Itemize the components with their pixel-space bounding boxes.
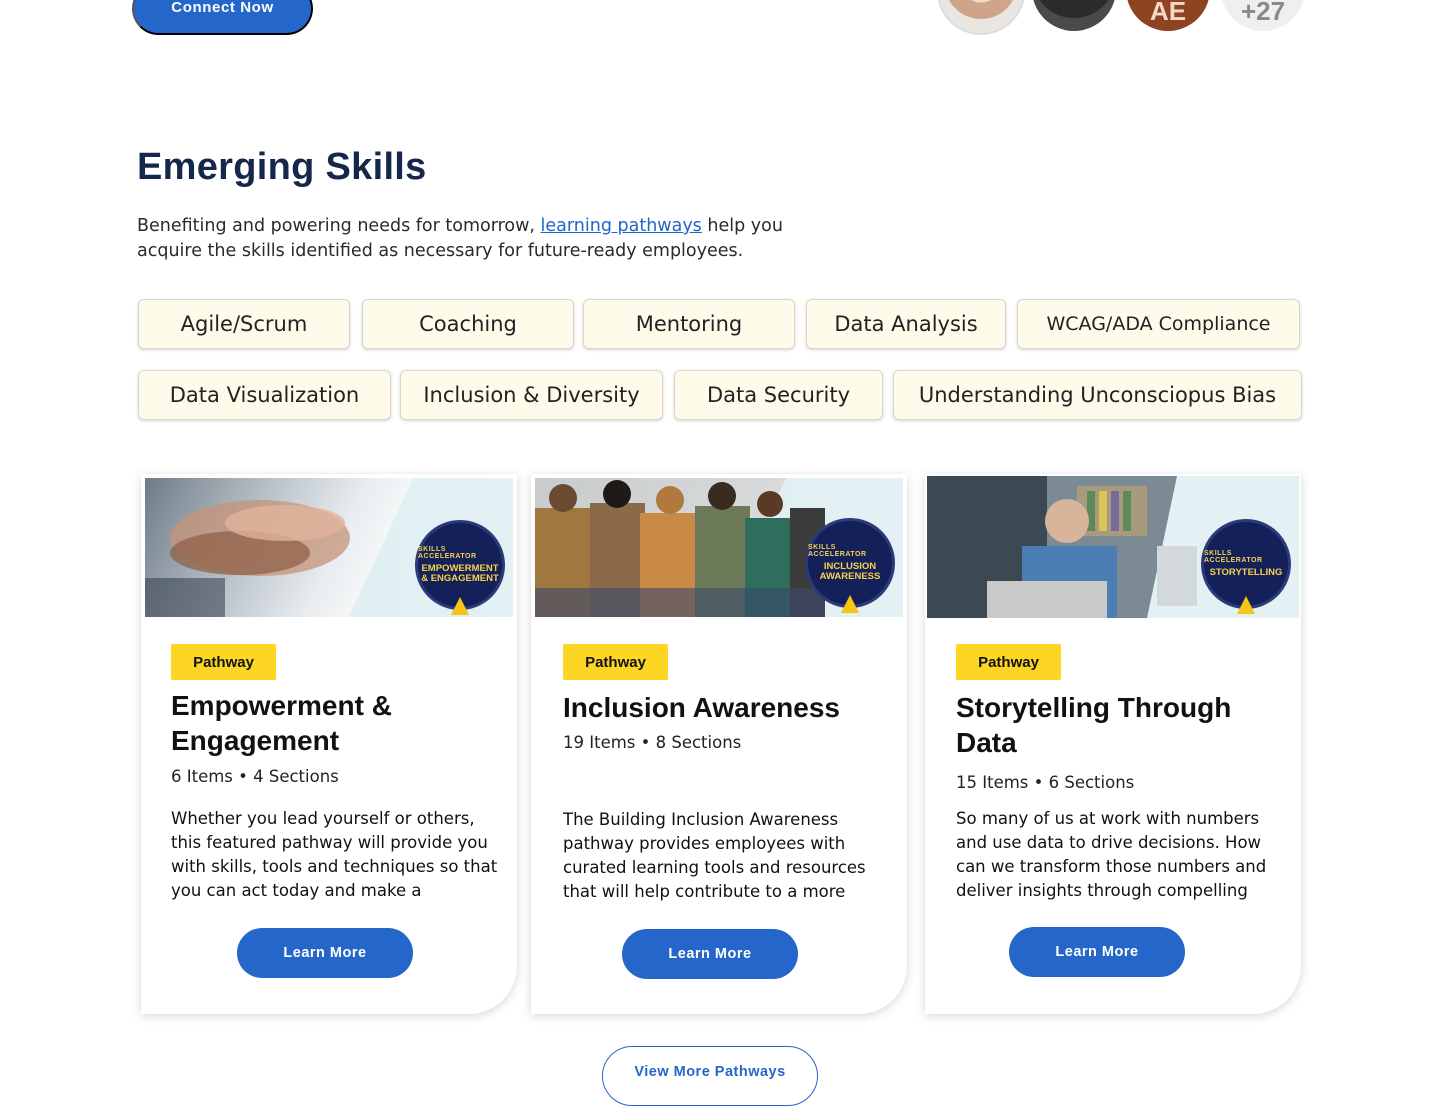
pathway-card[interactable]: SKILLS ACCELERATOR INCLUSION AWARENESS P…: [531, 474, 907, 1014]
badge-triangle-icon: [1237, 596, 1255, 614]
skill-chip-mentoring[interactable]: Mentoring: [583, 299, 795, 349]
skill-chip-data-analysis[interactable]: Data Analysis: [806, 299, 1006, 349]
skills-accelerator-badge: SKILLS ACCELERATOR STORYTELLING: [1201, 519, 1291, 614]
avatar-initials: AE: [1149, 0, 1187, 26]
avatar-more-count[interactable]: +27: [1221, 0, 1305, 31]
pathway-tag: Pathway: [563, 644, 668, 680]
connect-now-button[interactable]: Connect Now: [132, 0, 313, 35]
learn-more-button[interactable]: Learn More: [622, 929, 798, 979]
pathway-tag: Pathway: [956, 644, 1061, 680]
badge-name: STORYTELLING: [1209, 567, 1283, 578]
card-title[interactable]: Storytelling Through Data: [956, 690, 1236, 760]
card-description: Whether you lead yourself or others, thi…: [171, 809, 498, 900]
card-image: SKILLS ACCELERATOR STORYTELLING: [927, 476, 1299, 618]
learning-pathways-link[interactable]: learning pathways: [541, 216, 702, 236]
card-description: So many of us at work with numbers and u…: [956, 809, 1267, 900]
skill-chip-inclusion-diversity[interactable]: Inclusion & Diversity: [400, 370, 663, 420]
avatar-count-label: +27: [1240, 0, 1286, 26]
avatar: AE: [1126, 0, 1210, 31]
card-description: The Building Inclusion Awareness pathway…: [563, 810, 866, 901]
card-image: SKILLS ACCELERATOR INCLUSION AWARENESS: [535, 478, 903, 617]
view-more-pathways-button[interactable]: View More Pathways: [602, 1046, 818, 1106]
avatar: [1032, 0, 1116, 31]
skill-chip-data-security[interactable]: Data Security: [674, 370, 883, 420]
badge-arc-text: SKILLS ACCELERATOR: [808, 544, 867, 558]
badge-triangle-icon: [451, 597, 469, 615]
pathway-tag: Pathway: [171, 644, 276, 680]
badge-name: EMPOWERMENT & ENGAGEMENT: [421, 563, 499, 584]
learn-more-button[interactable]: Learn More: [1009, 927, 1185, 977]
pathway-card[interactable]: SKILLS ACCELERATOR EMPOWERMENT & ENGAGEM…: [141, 474, 517, 1014]
badge-name: INCLUSION AWARENESS: [819, 561, 881, 582]
badge-arc-text: SKILLS ACCELERATOR: [1204, 550, 1263, 564]
card-meta: 19 Items • 8 Sections: [563, 733, 742, 752]
skill-chip-agile-scrum[interactable]: Agile/Scrum: [138, 299, 350, 349]
skill-chip-data-visualization[interactable]: Data Visualization: [138, 370, 391, 420]
badge-arc-text: SKILLS ACCELERATOR: [418, 546, 477, 560]
learn-more-button[interactable]: Learn More: [237, 928, 413, 978]
skills-accelerator-badge: SKILLS ACCELERATOR EMPOWERMENT & ENGAGEM…: [415, 520, 505, 615]
avatar: [937, 0, 1025, 35]
card-title[interactable]: Inclusion Awareness: [563, 690, 883, 725]
section-intro: Benefiting and powering needs for tomorr…: [137, 214, 797, 264]
badge-triangle-icon: [841, 595, 859, 613]
card-title[interactable]: Empowerment & Engagement: [171, 688, 491, 758]
skills-accelerator-badge: SKILLS ACCELERATOR INCLUSION AWARENESS: [805, 518, 895, 613]
section-title: Emerging Skills: [137, 146, 427, 188]
pathway-card[interactable]: SKILLS ACCELERATOR STORYTELLING Pathway …: [925, 474, 1301, 1014]
skill-chip-unconscious-bias[interactable]: Understanding Unconsciopus Bias: [893, 370, 1302, 420]
skill-chip-wcag-ada[interactable]: WCAG/ADA Compliance: [1017, 299, 1300, 349]
card-image: SKILLS ACCELERATOR EMPOWERMENT & ENGAGEM…: [145, 478, 513, 617]
intro-text: Benefiting and powering needs for tomorr…: [137, 216, 541, 236]
card-meta: 15 Items • 6 Sections: [956, 773, 1135, 792]
skill-chip-coaching[interactable]: Coaching: [362, 299, 574, 349]
card-meta: 6 Items • 4 Sections: [171, 767, 339, 786]
